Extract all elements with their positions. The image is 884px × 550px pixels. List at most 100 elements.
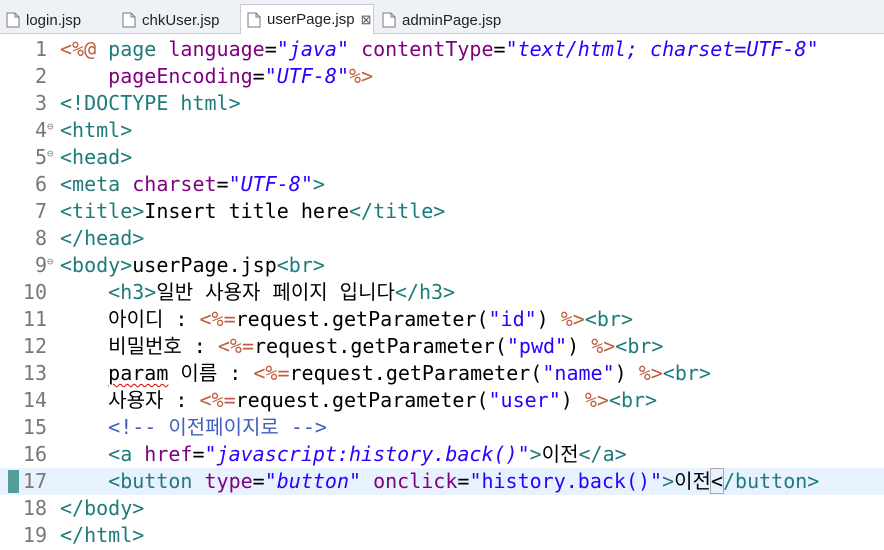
code-token: <br> [615,334,664,358]
code-text: </head> [60,225,144,252]
code-token: < [709,468,725,494]
code-token: <title> [60,199,145,223]
line-number: 4 [34,118,47,142]
code-line[interactable]: 11 아이디 : <%=request.getParameter("id") %… [0,306,884,333]
code-text: pageEncoding="UTF-8"%> [60,63,373,90]
code-editor[interactable]: 1 <%@ page language="java" contentType="t… [0,34,884,550]
code-token: ) [614,361,639,385]
code-line[interactable]: 13 param 이름 : <%=request.getParameter("n… [0,360,884,387]
code-token: <head> [60,145,133,169]
jsp-file-icon [382,12,396,28]
code-line[interactable]: 6 <meta charset="UTF-8"> [0,171,884,198]
code-token: = [264,37,277,61]
code-line[interactable]: 14 사용자 : <%=request.getParameter("user")… [0,387,884,414]
code-text: <!DOCTYPE html> [60,90,241,117]
code-text: <h3>일반 사용자 페이지 입니다</h3> [60,279,455,306]
code-token: 아이디 : [60,307,200,331]
line-number: 5 [34,145,47,169]
code-token: <br> [662,361,711,385]
code-line[interactable]: 18 </body> [0,495,884,522]
code-token: charset [132,172,217,196]
jsp-file-icon [6,12,20,28]
code-token: %> [638,361,663,385]
code-token: 이전 [674,469,711,493]
code-token: userPage.jsp [132,253,277,277]
line-number: 13 [22,361,47,385]
code-text: <body>userPage.jsp<br> [60,252,325,279]
code-token: </head> [60,226,145,250]
code-token: > [529,442,542,466]
code-text: </html> [60,522,144,549]
line-number: 3 [34,91,47,115]
tab-adminpage-jsp[interactable]: adminPage.jsp [376,6,506,34]
code-token: ) [536,307,561,331]
code-token: language [168,37,265,61]
line-number: 6 [34,172,47,196]
code-token: "id" [488,307,537,331]
code-line[interactable]: 9 ⊖ <body>userPage.jsp<br> [0,252,884,279]
code-token: 비밀번호 : [60,334,218,358]
code-text: <title>Insert title here</title> [60,198,445,225]
code-line[interactable]: 7 <title>Insert title here</title> [0,198,884,225]
code-token: > [312,172,325,196]
code-text: <%@ page language="java" contentType="te… [60,36,819,63]
code-token: request.getParameter( [235,307,489,331]
fold-toggle-icon[interactable]: ⊖ [47,256,54,267]
line-number: 9 [34,253,47,277]
code-line[interactable]: 12 비밀번호 : <%=request.getParameter("pwd")… [0,333,884,360]
code-token: "name" [542,361,615,385]
code-line[interactable]: 10 <h3>일반 사용자 페이지 입니다</h3> [0,279,884,306]
jsp-file-icon [247,12,261,28]
code-token: <%= [199,388,236,412]
code-token: request.getParameter( [289,361,543,385]
line-number: 15 [22,415,47,439]
code-line[interactable]: 16 <a href="javascript:history.back()">이… [0,441,884,468]
code-line[interactable]: 5 ⊖ <head> [0,144,884,171]
code-token: "user" [488,388,561,412]
tab-chkuser-jsp[interactable]: chkUser.jsp [116,6,240,34]
tab-label: adminPage.jsp [402,11,502,29]
code-token: "javascript:history.back()" [204,442,530,466]
code-token: </title> [349,199,446,223]
code-token: ) [560,388,585,412]
code-token: "java" [276,37,350,61]
fold-toggle-icon[interactable]: ⊖ [47,121,54,132]
code-line[interactable]: 17 <button type="button" onclick="histor… [0,468,884,495]
code-line[interactable]: 2 pageEncoding="UTF-8"%> [0,63,884,90]
code-token: /button> [723,469,820,493]
line-number: 16 [22,442,47,466]
code-text: <meta charset="UTF-8"> [60,171,325,198]
code-token: <a [108,442,145,466]
close-tab-icon[interactable]: ⊠ [361,12,372,28]
code-token: "UTF-8" [228,172,313,196]
code-token: <br> [276,253,325,277]
tab-label: login.jsp [26,11,82,29]
code-token: href [144,442,193,466]
code-text: <a href="javascript:history.back()">이전</… [60,441,626,468]
tab-userpage-jsp[interactable]: userPage.jsp ⊠ [240,4,374,34]
code-token: onclick [373,469,458,493]
code-line[interactable]: 15 <!-- 이전페이지로 --> [0,414,884,441]
code-token: %> [584,388,609,412]
code-token: <meta [60,172,133,196]
code-line[interactable]: 1 <%@ page language="java" contentType="t… [0,36,884,63]
code-token: type [204,469,253,493]
code-line[interactable]: 3 <!DOCTYPE html> [0,90,884,117]
fold-toggle-icon[interactable]: ⊖ [47,148,54,159]
code-line[interactable]: 4 ⊖ <html> [0,117,884,144]
code-line[interactable]: 19 </html> [0,522,884,549]
code-text: 아이디 : <%=request.getParameter("id") %><b… [60,306,633,333]
code-token: = [493,37,506,61]
code-token: %> [591,334,616,358]
code-line[interactable]: 8 </head> [0,225,884,252]
code-token: = [252,64,265,88]
code-token: 사용자 : [60,388,200,412]
tab-login-jsp[interactable]: login.jsp [0,6,110,34]
code-text: 사용자 : <%=request.getParameter("user") %>… [60,387,657,414]
code-text: <html> [60,117,132,144]
line-number: 19 [22,523,47,547]
